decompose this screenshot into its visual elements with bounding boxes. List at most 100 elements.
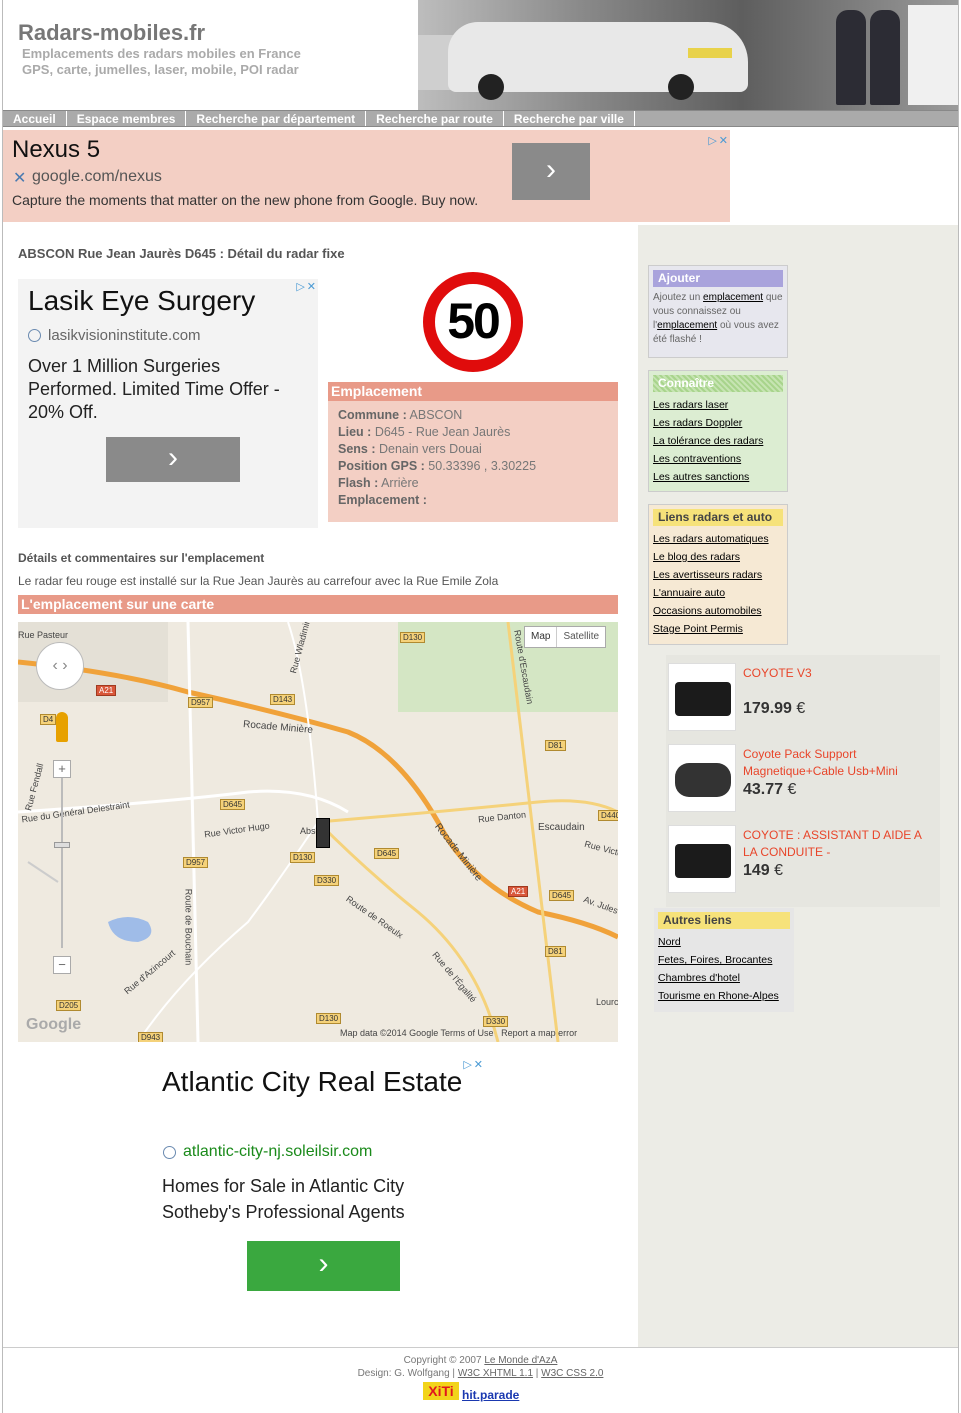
footer-author-link[interactable]: Le Monde d'AzA: [484, 1355, 557, 1366]
ad-url[interactable]: atlantic-city-nj.soleilsir.com: [183, 1143, 372, 1161]
liens-link[interactable]: Occasions automobiles: [653, 605, 762, 617]
site-title[interactable]: Radars-mobiles.fr: [18, 20, 205, 46]
product-image[interactable]: [668, 663, 736, 731]
product-item[interactable]: COYOTE V3 179.99 €: [666, 655, 940, 733]
emplacement-heading: Emplacement: [328, 382, 618, 401]
ajouter-emplacement-link[interactable]: emplacement: [703, 292, 763, 303]
footer-xhtml-link[interactable]: W3C XHTML 1.1: [458, 1368, 533, 1379]
sidebar-box-ajouter: Ajouter Ajoutez un emplacement que vous …: [648, 265, 788, 358]
lasik-ad[interactable]: Lasik Eye Surgery lasikvisioninstitute.c…: [18, 279, 318, 528]
map-label: Escaudain: [538, 822, 585, 833]
map-data-credit: Map data ©2014 Google: [340, 1028, 439, 1038]
product-name[interactable]: COYOTE : ASSISTANT D AIDE A LA CONDUITE …: [743, 827, 933, 861]
site-header: Radars-mobiles.fr Emplacements des radar…: [3, 0, 958, 110]
adchoices-icon[interactable]: ▷✕: [288, 280, 318, 294]
globe-icon: [163, 1146, 176, 1159]
close-icon[interactable]: ✕: [13, 168, 26, 188]
pegman-icon[interactable]: [56, 712, 68, 742]
top-ad-banner[interactable]: Nexus 5 ✕ google.com/nexus Capture the m…: [3, 130, 730, 222]
nav-recherche-departement[interactable]: Recherche par département: [186, 111, 367, 126]
emplacement-panel: Emplacement Commune : ABSCON Lieu : D645…: [328, 382, 618, 522]
liens-link[interactable]: Les avertisseurs radars: [653, 569, 762, 581]
map-type-satellite-button[interactable]: Satellite: [556, 627, 605, 647]
zoom-in-icon[interactable]: +: [53, 760, 71, 778]
map-report-link[interactable]: Report a map error: [501, 1028, 577, 1038]
adchoices-icon[interactable]: ▷✕: [455, 1058, 485, 1072]
liens-link[interactable]: Le blog des radars: [653, 551, 740, 563]
road-tag: A21: [508, 886, 529, 897]
connaitre-link[interactable]: Les autres sanctions: [653, 471, 749, 483]
ajouter-flash-link[interactable]: emplacement: [657, 320, 717, 331]
autres-link[interactable]: Fetes, Foires, Brocantes: [658, 954, 772, 966]
product-image[interactable]: [668, 744, 736, 812]
road-tag: D81: [545, 740, 566, 751]
details-heading: Détails et commentaires sur l'emplacemen…: [18, 551, 265, 565]
liens-link[interactable]: Les radars automatiques: [653, 533, 769, 545]
road-tag: D143: [270, 694, 296, 705]
nav-accueil[interactable]: Accueil: [3, 111, 67, 126]
ad-url[interactable]: google.com/nexus: [32, 168, 162, 186]
ajouter-text: Ajoutez un emplacement que vous connaiss…: [653, 292, 783, 345]
road-tag: D205: [56, 1000, 82, 1011]
adchoices-icon[interactable]: ▷✕: [700, 134, 730, 148]
sidebar-box-connaitre: Connaître Les radars laser Les radars Do…: [648, 370, 788, 492]
autres-link[interactable]: Tourisme en Rhone-Alpes: [658, 990, 779, 1002]
autres-heading: Autres liens: [658, 912, 790, 929]
ad-headline[interactable]: Atlantic City Real Estate: [162, 1065, 462, 1098]
nav-recherche-ville[interactable]: Recherche par ville: [504, 111, 635, 126]
zoom-out-icon[interactable]: −: [53, 956, 71, 974]
product-item[interactable]: Coyote Pack Support Magnetique+Cable Usb…: [666, 736, 940, 814]
road-tag: D440: [598, 810, 618, 821]
product-price: 43.77 €: [743, 781, 797, 798]
ad-go-button[interactable]: ›: [106, 437, 240, 482]
road-tag: D957: [188, 697, 214, 708]
product-name[interactable]: Coyote Pack Support Magnetique+Cable Usb…: [743, 746, 933, 780]
xiti-badge[interactable]: XiTi: [423, 1382, 459, 1400]
map-attribution: Map data ©2014 Google Terms of Use Repor…: [340, 1028, 577, 1038]
google-map[interactable]: Rocade Minière Rue du Général Delestrain…: [18, 622, 618, 1042]
road-tag: A21: [96, 685, 117, 696]
road-tag: D943: [138, 1032, 164, 1042]
ad-go-button[interactable]: ›: [247, 1241, 400, 1291]
map-terms-link[interactable]: Terms of Use: [441, 1028, 494, 1038]
nav-recherche-route[interactable]: Recherche par route: [366, 111, 504, 126]
ad-description: Homes for Sale in Atlantic City Sotheby'…: [162, 1176, 405, 1222]
liens-link[interactable]: Stage Point Permis: [653, 623, 743, 635]
product-name[interactable]: COYOTE V3: [743, 665, 933, 682]
road-tag: D4: [40, 714, 57, 725]
product-item[interactable]: COYOTE : ASSISTANT D AIDE A LA CONDUITE …: [666, 817, 940, 895]
connaitre-link[interactable]: Les radars Doppler: [653, 417, 742, 429]
connaitre-link[interactable]: La tolérance des radars: [653, 435, 763, 447]
ad-go-button[interactable]: ›: [512, 143, 590, 200]
atlantic-city-ad[interactable]: Atlantic City Real Estate atlantic-city-…: [160, 1055, 490, 1305]
gps-row: Position GPS : 50.33396 , 3.30225: [338, 459, 537, 473]
ad-headline[interactable]: Lasik Eye Surgery: [28, 285, 255, 317]
speed-limit-sign: 50: [423, 272, 523, 372]
ad-headline[interactable]: Nexus 5: [12, 136, 100, 164]
liens-heading: Liens radars et auto: [653, 509, 783, 526]
footer-css-link[interactable]: W3C CSS 2.0: [541, 1368, 603, 1379]
zoom-slider-handle[interactable]: [54, 842, 70, 848]
radar-marker-icon[interactable]: [316, 818, 330, 848]
main-nav: Accueil Espace membres Recherche par dép…: [3, 110, 958, 127]
connaitre-link[interactable]: Les contraventions: [653, 453, 741, 465]
sidebar-box-autres: Autres liens Nord Fetes, Foires, Brocant…: [654, 908, 794, 1012]
google-logo[interactable]: Google: [26, 1016, 81, 1034]
pan-control-icon[interactable]: ‹ ›: [36, 642, 84, 690]
connaitre-heading: Connaître: [653, 375, 783, 392]
autres-link[interactable]: Chambres d'hotel: [658, 972, 740, 984]
product-image[interactable]: [668, 825, 736, 893]
connaitre-link[interactable]: Les radars laser: [653, 399, 728, 411]
hitparade-badge[interactable]: hit.parade: [462, 1388, 519, 1402]
autres-link[interactable]: Nord: [658, 936, 681, 948]
liens-link[interactable]: L'annuaire auto: [653, 587, 725, 599]
page-title: ABSCON Rue Jean Jaurès D645 : Détail du …: [18, 246, 345, 261]
map-type-map-button[interactable]: Map: [525, 627, 556, 647]
ad-url[interactable]: lasikvisioninstitute.com: [48, 327, 201, 344]
sidebar-box-liens: Liens radars et auto Les radars automati…: [648, 504, 788, 645]
site-subtitle-2: GPS, carte, jumelles, laser, mobile, POI…: [22, 62, 299, 77]
road-tag: D130: [400, 632, 426, 643]
commune-row: Commune : ABSCON: [338, 408, 463, 422]
nav-espace-membres[interactable]: Espace membres: [67, 111, 187, 126]
map-label: Route de Bouchain: [183, 888, 194, 966]
